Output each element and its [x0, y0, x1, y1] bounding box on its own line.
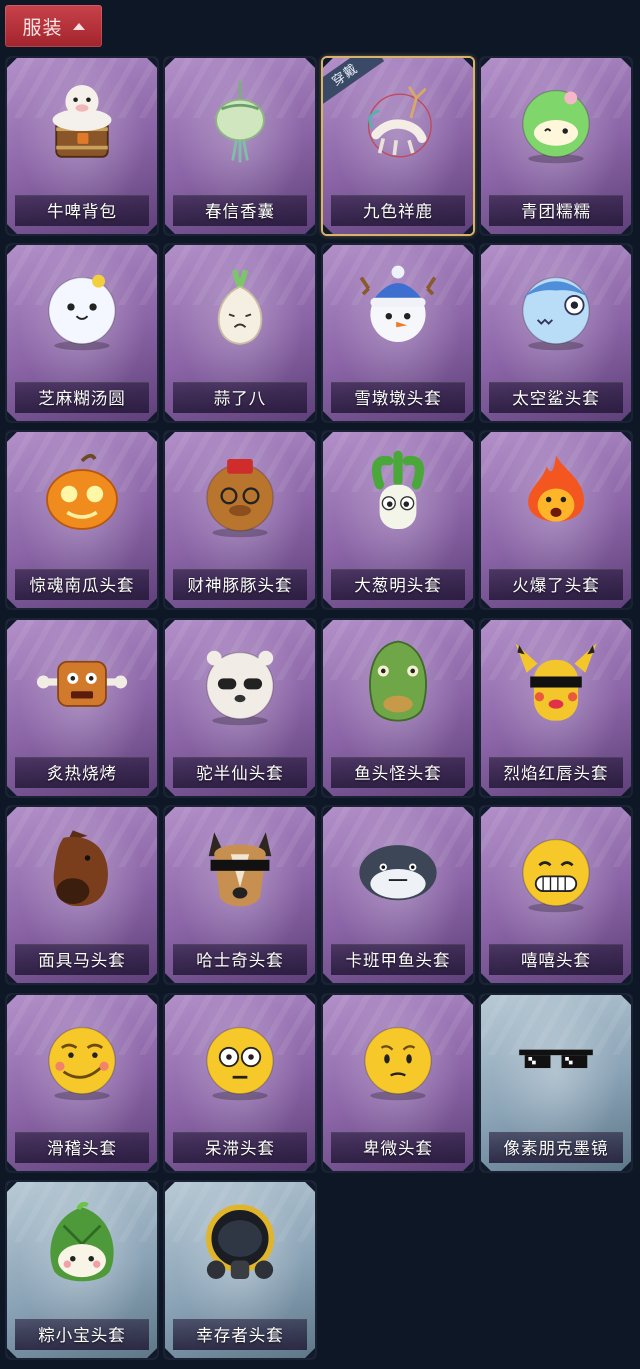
item-name: 春信香囊: [205, 203, 275, 221]
item-card[interactable]: 滑稽头套: [7, 995, 157, 1171]
gas-mask-icon: [194, 1198, 286, 1290]
alpaca-head-icon: [194, 636, 286, 728]
item-card[interactable]: 驼半仙头套: [165, 620, 315, 796]
green-dumpling-icon: [510, 74, 602, 166]
item-card[interactable]: 大葱明头套: [323, 432, 473, 608]
item-name: 芝麻糊汤圆: [38, 390, 126, 408]
pikachu-head-icon: [510, 636, 602, 728]
grin-emoji-icon: [510, 823, 602, 915]
item-name: 财神豚豚头套: [187, 577, 293, 595]
item-card[interactable]: 幸存者头套: [165, 1182, 315, 1358]
item-name: 卑微头套: [363, 1140, 433, 1158]
snowman-head-icon: [352, 261, 444, 353]
item-name: 青团糯糯: [521, 203, 591, 221]
flame-head-icon: [510, 448, 602, 540]
item-card[interactable]: 粽小宝头套: [7, 1182, 157, 1358]
tangyuan-icon: [36, 261, 128, 353]
item-name: 大葱明头套: [354, 577, 442, 595]
husky-head-icon: [194, 823, 286, 915]
capybara-head-icon: [194, 448, 286, 540]
humble-emoji-icon: [352, 1011, 444, 1103]
item-name: 卡班甲鱼头套: [345, 952, 451, 970]
item-name: 幸存者头套: [196, 1327, 284, 1345]
stare-emoji-icon: [194, 1011, 286, 1103]
pumpkin-head-icon: [36, 448, 128, 540]
horse-mask-icon: [36, 823, 128, 915]
item-card[interactable]: 嘻嘻头套: [481, 807, 631, 983]
item-card[interactable]: 呆滞头套: [165, 995, 315, 1171]
item-card[interactable]: 卑微头套: [323, 995, 473, 1171]
item-card[interactable]: 烈焰红唇头套: [481, 620, 631, 796]
shark-head-icon: [510, 261, 602, 353]
seal-head-icon: [352, 823, 444, 915]
garlic-icon: [194, 261, 286, 353]
item-card[interactable]: 惊魂南瓜头套: [7, 432, 157, 608]
item-card[interactable]: 像素朋克墨镜: [481, 995, 631, 1171]
item-card[interactable]: 牛啤背包: [7, 58, 157, 234]
item-name: 嘻嘻头套: [521, 952, 591, 970]
item-card[interactable]: 芝麻糊汤圆: [7, 245, 157, 421]
item-card[interactable]: 鱼头怪头套: [323, 620, 473, 796]
item-grid: 牛啤背包 春信香囊 九色祥鹿 穿戴 青团糯糯 芝麻糊汤圆 蒜了八 雪墩墩头套 太…: [0, 0, 640, 1369]
item-name: 雪墩墩头套: [354, 390, 442, 408]
pixel-sunglasses-icon: [510, 1011, 602, 1103]
beer-cow-backpack-icon: [36, 74, 128, 166]
item-name: 像素朋克墨镜: [503, 1140, 609, 1158]
bbq-meat-icon: [36, 636, 128, 728]
scallion-head-icon: [352, 448, 444, 540]
item-name: 牛啤背包: [47, 203, 117, 221]
item-card[interactable]: 蒜了八: [165, 245, 315, 421]
item-name: 惊魂南瓜头套: [29, 577, 135, 595]
item-card[interactable]: 九色祥鹿 穿戴: [323, 58, 473, 234]
item-name: 鱼头怪头套: [354, 765, 442, 783]
item-card[interactable]: 炙热烧烤: [7, 620, 157, 796]
item-name: 九色祥鹿: [363, 203, 433, 221]
funny-emoji-icon: [36, 1011, 128, 1103]
fish-head-icon: [352, 636, 444, 728]
item-card[interactable]: 太空鲨头套: [481, 245, 631, 421]
item-name: 炙热烧烤: [47, 765, 117, 783]
item-card[interactable]: 雪墩墩头套: [323, 245, 473, 421]
item-name: 粽小宝头套: [38, 1327, 126, 1345]
item-card[interactable]: 春信香囊: [165, 58, 315, 234]
item-name: 哈士奇头套: [196, 952, 284, 970]
item-card[interactable]: 哈士奇头套: [165, 807, 315, 983]
item-name: 驼半仙头套: [196, 765, 284, 783]
zongzi-head-icon: [36, 1198, 128, 1290]
item-name: 蒜了八: [213, 390, 267, 408]
item-name: 太空鲨头套: [512, 390, 600, 408]
item-name: 火爆了头套: [512, 577, 600, 595]
item-name: 呆滞头套: [205, 1140, 275, 1158]
sachet-icon: [194, 74, 286, 166]
deer-icon: [352, 74, 444, 166]
item-card[interactable]: 财神豚豚头套: [165, 432, 315, 608]
item-card[interactable]: 卡班甲鱼头套: [323, 807, 473, 983]
item-card[interactable]: 青团糯糯: [481, 58, 631, 234]
item-name: 滑稽头套: [47, 1140, 117, 1158]
item-name: 面具马头套: [38, 952, 126, 970]
item-card[interactable]: 火爆了头套: [481, 432, 631, 608]
item-name: 烈焰红唇头套: [503, 765, 609, 783]
item-card[interactable]: 面具马头套: [7, 807, 157, 983]
